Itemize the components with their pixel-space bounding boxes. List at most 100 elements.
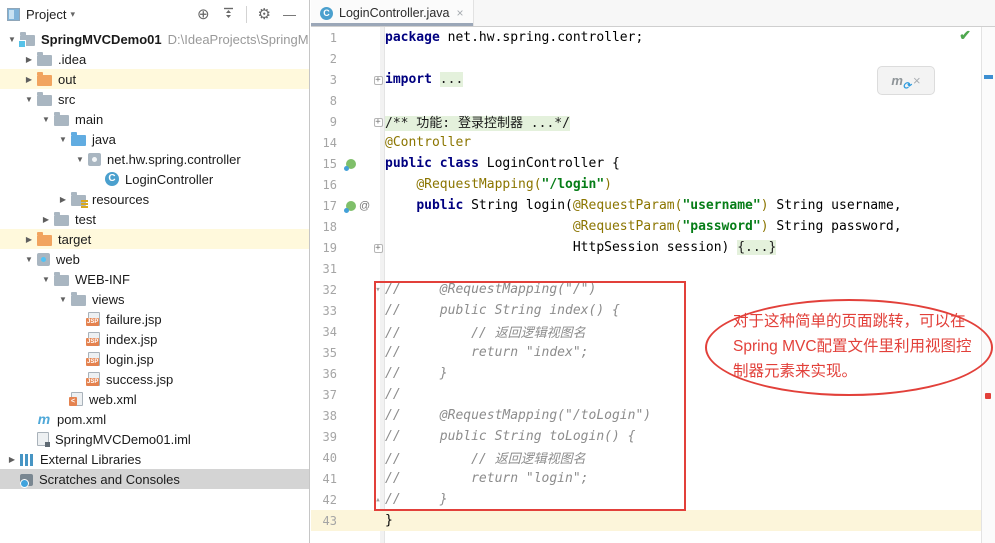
tree-item-src[interactable]: ▼ src: [0, 89, 309, 109]
tree-item-target[interactable]: ▶ target: [0, 229, 309, 249]
scratches-icon: [20, 473, 33, 488]
line-number: 1: [329, 30, 337, 45]
code-line-32[interactable]: 32 ▾ // @RequestMapping("/"): [311, 279, 981, 300]
code-line-36[interactable]: 36 // }: [311, 363, 981, 384]
dismiss-popup-icon[interactable]: ×: [913, 73, 921, 88]
code-line-38[interactable]: 38 // @RequestMapping("/toLogin"): [311, 405, 981, 426]
code-line-35[interactable]: 35 // return "index";: [311, 342, 981, 363]
tree-item-resources[interactable]: ▶ resources: [0, 189, 309, 209]
tree-item-success-jsp[interactable]: success.jsp: [0, 369, 309, 389]
code-line-18[interactable]: 18 @RequestParam("password") String pass…: [311, 216, 981, 237]
tree-item--idea[interactable]: ▶ .idea: [0, 49, 309, 69]
code-text: // return "login";: [385, 471, 589, 486]
tree-item-scratches-and-consoles[interactable]: Scratches and Consoles: [0, 469, 309, 489]
request-mapping-icon[interactable]: @: [359, 200, 370, 212]
maven-reimport-popup[interactable]: m ⟳ ×: [877, 66, 935, 95]
code-line-33[interactable]: 33 // public String index() {: [311, 300, 981, 321]
jsp-file-icon: [86, 312, 100, 326]
tree-item-web-xml[interactable]: web.xml: [0, 389, 309, 409]
code-line-41[interactable]: 41 // return "login";: [311, 468, 981, 489]
code-token: String username,: [768, 198, 902, 213]
code-line-16[interactable]: 16 @RequestMapping("/login"): [311, 174, 981, 195]
code-line-31[interactable]: 31: [311, 258, 981, 279]
stripe-marker-blue[interactable]: [984, 75, 993, 79]
collapsed-arrow-icon[interactable]: ▶: [4, 455, 20, 464]
code-line-9[interactable]: 9 +/** 功能: 登录控制器 ...*/: [311, 111, 981, 132]
tree-item-web[interactable]: ▼ web: [0, 249, 309, 269]
expanded-arrow-icon[interactable]: ▼: [55, 135, 71, 144]
tree-item-failure-jsp[interactable]: failure.jsp: [0, 309, 309, 329]
tree-item-views[interactable]: ▼ views: [0, 289, 309, 309]
gear-icon[interactable]: ⚙: [258, 7, 271, 22]
expanded-arrow-icon[interactable]: ▼: [38, 115, 54, 124]
code-line-15[interactable]: 15 public class LoginController {: [311, 153, 981, 174]
code-line-43[interactable]: 43}: [311, 510, 981, 531]
editor: C LoginController.java × 1 package net.hw…: [311, 0, 995, 543]
fold-region-start-icon: ▾: [375, 284, 381, 295]
fold-expand-icon[interactable]: +: [373, 75, 383, 85]
code-line-39[interactable]: 39 // public String toLogin() {: [311, 426, 981, 447]
tree-item-index-jsp[interactable]: index.jsp: [0, 329, 309, 349]
expanded-arrow-icon[interactable]: ▼: [55, 295, 71, 304]
excluded-folder-icon: [37, 71, 52, 86]
resources-folder-icon: [71, 191, 88, 206]
locate-file-icon[interactable]: ⊕: [197, 7, 210, 22]
spring-bean-icon[interactable]: [344, 200, 356, 213]
error-stripe[interactable]: [981, 27, 995, 543]
tree-item-test[interactable]: ▶ test: [0, 209, 309, 229]
code-line-40[interactable]: 40 // // 返回逻辑视图名: [311, 447, 981, 468]
folder-icon: [37, 91, 52, 106]
hide-panel-icon[interactable]: —: [283, 8, 296, 21]
code-text: // return "index";: [385, 345, 589, 360]
code-token: @RequestParam(: [572, 198, 683, 213]
collapsed-arrow-icon[interactable]: ▶: [21, 55, 37, 64]
fold-expand-icon[interactable]: +: [373, 117, 383, 127]
code-line-37[interactable]: 37 //: [311, 384, 981, 405]
project-panel-title[interactable]: Project: [26, 7, 66, 22]
tree-item-net-hw-spring-controller[interactable]: ▼ net.hw.spring.controller: [0, 149, 309, 169]
gutter-icons: @: [339, 200, 371, 213]
collapsed-arrow-icon[interactable]: ▶: [55, 195, 71, 204]
line-number: 9: [329, 114, 337, 129]
stripe-marker-red[interactable]: [985, 393, 991, 399]
code-token: // @RequestMapping("/toLogin"): [385, 408, 652, 423]
code-token: // public String toLogin() {: [385, 429, 636, 444]
code-token: //: [385, 387, 401, 402]
expanded-arrow-icon[interactable]: ▼: [38, 275, 54, 284]
code-line-17[interactable]: 17 @ public String login(@RequestParam("u…: [311, 195, 981, 216]
code-line-34[interactable]: 34 // // 返回逻辑视图名: [311, 321, 981, 342]
tree-item-java[interactable]: ▼ java: [0, 129, 309, 149]
collapsed-arrow-icon[interactable]: ▶: [21, 75, 37, 84]
expanded-arrow-icon[interactable]: ▼: [21, 255, 37, 264]
expanded-arrow-icon[interactable]: ▼: [72, 155, 88, 164]
maven-icon[interactable]: m ⟳: [891, 73, 911, 92]
refresh-icon: ⟳: [902, 81, 911, 92]
tree-item-springmvcdemo01-iml[interactable]: SpringMVCDemo01.iml: [0, 429, 309, 449]
fold-expand-icon[interactable]: +: [373, 243, 383, 253]
spring-bean-icon[interactable]: [344, 158, 356, 171]
code-token: String login(: [463, 198, 573, 213]
expanded-arrow-icon[interactable]: ▼: [21, 95, 37, 104]
tree-item-pom-xml[interactable]: m pom.xml: [0, 409, 309, 429]
tab-logincontroller-java[interactable]: C LoginController.java ×: [311, 0, 474, 26]
project-panel: Project ▾ ⊕ ⚙ — ▼ SpringMVCDemo01 D:\IdeaP…: [0, 0, 310, 543]
code-text: @RequestMapping("/login"): [385, 177, 612, 192]
tree-item-external-libraries[interactable]: ▶ External Libraries: [0, 449, 309, 469]
tree-item-web-inf[interactable]: ▼ WEB-INF: [0, 269, 309, 289]
code-line-14[interactable]: 14 @Controller: [311, 132, 981, 153]
collapse-all-icon[interactable]: [222, 6, 235, 22]
tree-item-out[interactable]: ▶ out: [0, 69, 309, 89]
line-number: 15: [322, 156, 337, 171]
tree-item-springmvcdemo01[interactable]: ▼ SpringMVCDemo01 D:\IdeaProjects\SpringM: [0, 29, 309, 49]
collapsed-arrow-icon[interactable]: ▶: [38, 215, 54, 224]
code-line-42[interactable]: 42 ▴ // }: [311, 489, 981, 510]
tree-item-logincontroller[interactable]: C LoginController: [0, 169, 309, 189]
inspection-ok-icon[interactable]: ✔: [959, 27, 971, 44]
code-line-1[interactable]: 1 package net.hw.spring.controller;: [311, 27, 981, 48]
tree-item-login-jsp[interactable]: login.jsp: [0, 349, 309, 369]
collapsed-arrow-icon[interactable]: ▶: [21, 235, 37, 244]
chevron-down-icon[interactable]: ▾: [70, 9, 75, 20]
tree-item-main[interactable]: ▼ main: [0, 109, 309, 129]
close-tab-icon[interactable]: ×: [457, 6, 464, 20]
code-line-19[interactable]: 19 + HttpSession session) {...}: [311, 237, 981, 258]
